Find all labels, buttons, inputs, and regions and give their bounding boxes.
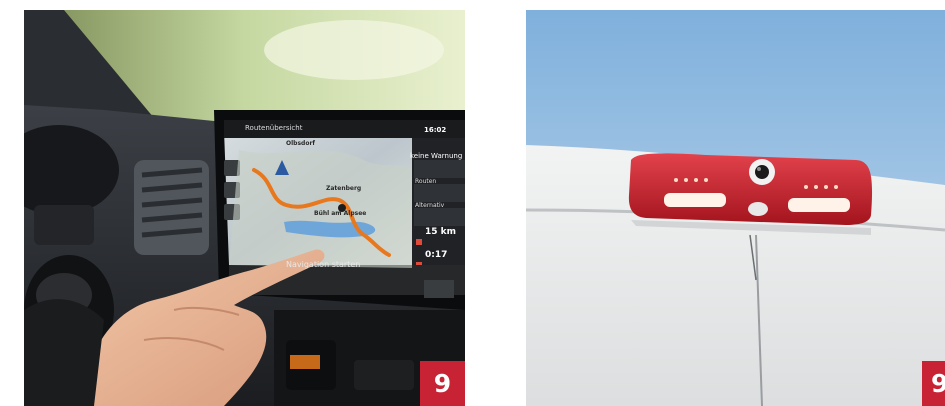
route-distance: 15 km (425, 227, 457, 237)
brake-light-scene (526, 10, 945, 406)
start-navigation-button: Navigation starten (286, 260, 361, 269)
figure-number-badge: 9 (922, 361, 945, 406)
route-duration: 0:17 (425, 250, 448, 260)
routes-button: Routen (415, 178, 437, 185)
screen-header-title: Routenübersicht (245, 124, 303, 132)
map-label-town: Zatenberg (326, 185, 362, 192)
map-label-town: Bühl am Alpsee (314, 210, 367, 217)
photo-third-brake-light (526, 10, 945, 406)
screen-clock: 16:02 (424, 126, 447, 134)
alternatives-button: Alternativ (415, 202, 445, 209)
dashboard-scene (24, 10, 465, 406)
figure-number-badge: 9 (420, 361, 465, 406)
photo-dashboard-navigation: Routenübersicht 16:02 keine Warnung Rout… (24, 10, 465, 406)
map-label-town: Olbsdorf (286, 140, 316, 147)
warning-status: keine Warnung (410, 152, 463, 160)
